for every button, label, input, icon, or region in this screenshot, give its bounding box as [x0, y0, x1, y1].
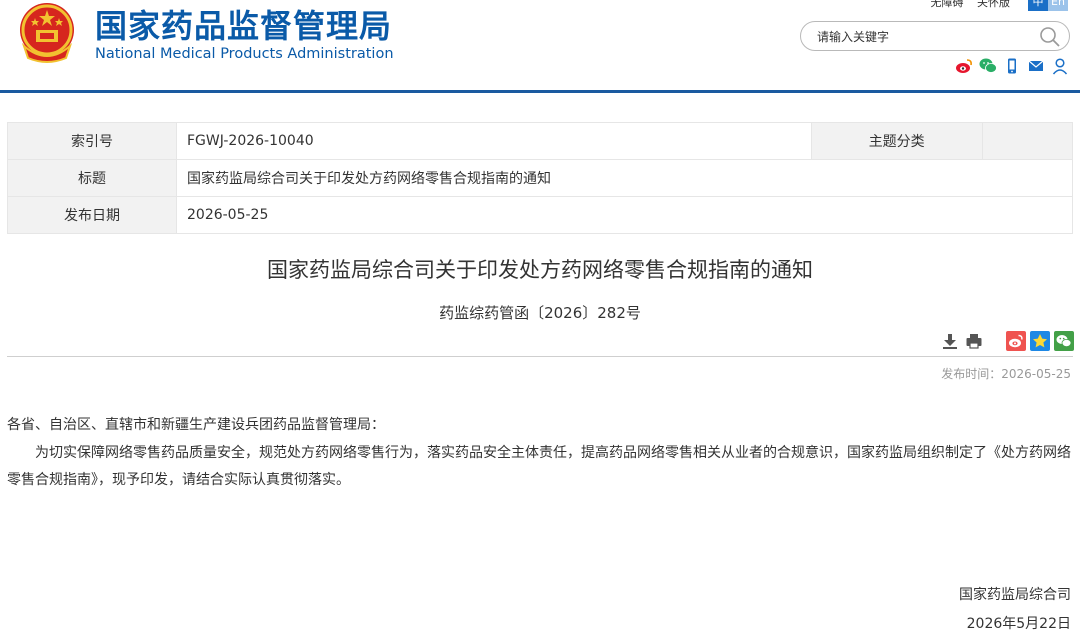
title-label: 标题	[7, 159, 177, 197]
search-input[interactable]	[817, 27, 1027, 47]
index-label: 索引号	[7, 122, 177, 160]
date-value: 2026-05-25	[176, 196, 1073, 234]
national-emblem-icon[interactable]	[16, 0, 78, 64]
top-links: 无障碍 关怀版	[921, 0, 1011, 10]
header-divider	[0, 90, 1080, 93]
signature: 国家药监局综合司	[959, 587, 1071, 603]
weibo-icon[interactable]	[955, 57, 973, 75]
publish-time-value: 2026-05-25	[1001, 367, 1071, 381]
table-row: 索引号 FGWJ-2026-10040 主题分类	[7, 122, 1074, 160]
language-switch: 中 En	[1028, 0, 1068, 11]
lang-en-button[interactable]: En	[1048, 0, 1068, 11]
accessibility-link[interactable]: 无障碍	[931, 0, 964, 9]
search-box	[800, 21, 1070, 51]
article-tools	[940, 331, 1074, 351]
table-row: 标题 国家药监局综合司关于印发处方药网络零售合规指南的通知	[7, 159, 1073, 197]
search-icon[interactable]	[1039, 26, 1061, 48]
mail-icon[interactable]	[1027, 57, 1045, 75]
care-mode-link[interactable]: 关怀版	[977, 0, 1010, 9]
table-row: 发布日期 2026-05-25	[7, 196, 1073, 234]
wechat-share-icon[interactable]	[1054, 331, 1074, 351]
salutation: 各省、自治区、直辖市和新疆生产建设兵团药品监督管理局：	[7, 417, 385, 433]
lang-cn-button[interactable]: 中	[1028, 0, 1048, 11]
mobile-icon[interactable]	[1003, 57, 1021, 75]
document-number: 药监综药管函〔2026〕282号	[439, 304, 641, 322]
site-title-cn[interactable]: 国家药品监督管理局	[95, 6, 392, 46]
signature-date: 2026年5月22日	[966, 616, 1071, 632]
favorite-icon[interactable]	[1030, 331, 1050, 351]
index-value: FGWJ-2026-10040	[176, 122, 812, 160]
site-title-en[interactable]: National Medical Products Administration	[95, 45, 394, 63]
weibo-share-icon[interactable]	[1006, 331, 1026, 351]
document-info-table: 索引号 FGWJ-2026-10040 主题分类 标题 国家药监局综合司关于印发…	[7, 122, 1074, 234]
title-value: 国家药监局综合司关于印发处方药网络零售合规指南的通知	[176, 159, 1073, 197]
date-label: 发布日期	[7, 196, 177, 234]
category-value	[981, 122, 1074, 160]
site-header: 国家药品监督管理局 National Medical Products Admi…	[0, 0, 1080, 93]
user-icon[interactable]	[1051, 57, 1069, 75]
publish-time: 发布时间：2026-05-25	[941, 365, 1071, 382]
print-icon[interactable]	[964, 331, 984, 351]
category-label: 主题分类	[810, 122, 983, 160]
content-divider	[7, 356, 1073, 357]
publish-time-label: 发布时间：	[941, 367, 1002, 381]
wechat-icon[interactable]	[979, 57, 997, 75]
download-icon[interactable]	[940, 331, 960, 351]
social-icons	[955, 57, 1069, 75]
body-paragraph: 为切实保障网络零售药品质量安全，规范处方药网络零售行为，落实药品安全主体责任，提…	[7, 445, 1071, 488]
article-title: 国家药监局综合司关于印发处方药网络零售合规指南的通知	[267, 258, 813, 282]
